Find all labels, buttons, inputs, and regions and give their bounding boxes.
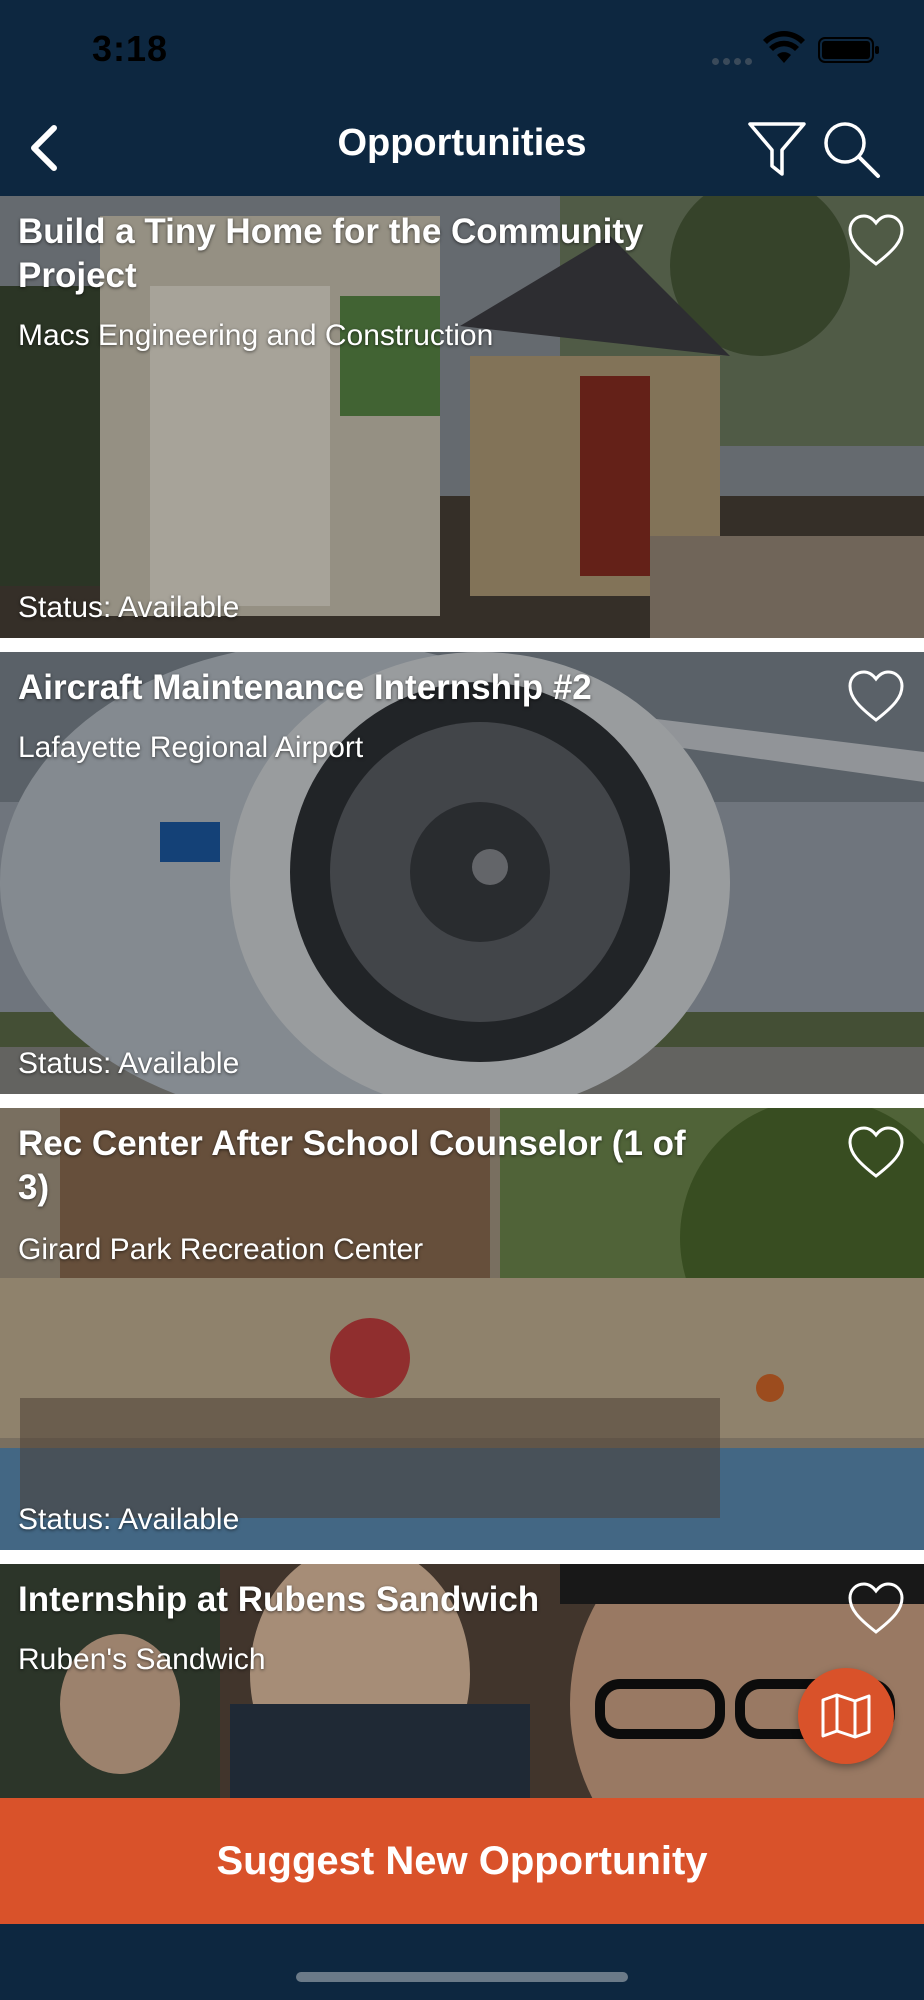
card-title: Internship at Rubens Sandwich	[18, 1580, 540, 1619]
heart-outline-icon	[848, 670, 904, 722]
home-indicator-area	[0, 1924, 924, 2000]
card-title: Rec Center After School Counselor (1 of …	[18, 1124, 686, 1207]
heart-outline-icon	[848, 1126, 904, 1178]
card-organization: Lafayette Regional Airport	[18, 731, 364, 764]
search-icon	[824, 122, 880, 178]
suggest-opportunity-button[interactable]: Suggest New Opportunity	[0, 1798, 924, 1924]
nav-bar: Opportunities	[0, 100, 924, 196]
favorite-button[interactable]	[846, 1124, 906, 1180]
cellular-signal-icon	[712, 52, 756, 65]
home-indicator[interactable]	[296, 1972, 628, 1982]
heart-outline-icon	[848, 1582, 904, 1634]
card-organization: Girard Park Recreation Center	[18, 1233, 424, 1266]
card-organization: Ruben's Sandwich	[18, 1643, 266, 1676]
status-bar: 3:18	[0, 0, 924, 100]
wifi-icon	[763, 30, 805, 63]
card-title: Build a Tiny Home for the Community Proj…	[18, 212, 644, 295]
map-button[interactable]	[798, 1668, 894, 1764]
favorite-button[interactable]	[846, 212, 906, 268]
favorite-button[interactable]	[846, 1580, 906, 1636]
map-icon	[821, 1693, 871, 1739]
card-status: Status: Available	[18, 591, 240, 624]
filter-button[interactable]	[744, 116, 810, 182]
opportunity-list[interactable]: Build a Tiny Home for the Community Proj…	[0, 196, 924, 1798]
opportunity-card[interactable]: Aircraft Maintenance Internship #2 Lafay…	[0, 652, 924, 1094]
opportunity-card[interactable]: Rec Center After School Counselor (1 of …	[0, 1108, 924, 1550]
status-time: 3:18	[92, 28, 169, 69]
filter-icon	[748, 122, 806, 176]
opportunity-card[interactable]: Build a Tiny Home for the Community Proj…	[0, 196, 924, 638]
card-title: Aircraft Maintenance Internship #2	[18, 668, 592, 707]
card-status: Status: Available	[18, 1047, 240, 1080]
card-status: Status: Available	[18, 1503, 240, 1536]
card-overlay	[0, 652, 924, 1094]
favorite-button[interactable]	[846, 668, 906, 724]
search-button[interactable]	[818, 116, 884, 182]
heart-outline-icon	[848, 214, 904, 266]
card-organization: Macs Engineering and Construction	[18, 319, 494, 352]
opportunity-card[interactable]: Internship at Rubens Sandwich Ruben's Sa…	[0, 1564, 924, 1798]
battery-icon	[818, 37, 879, 63]
